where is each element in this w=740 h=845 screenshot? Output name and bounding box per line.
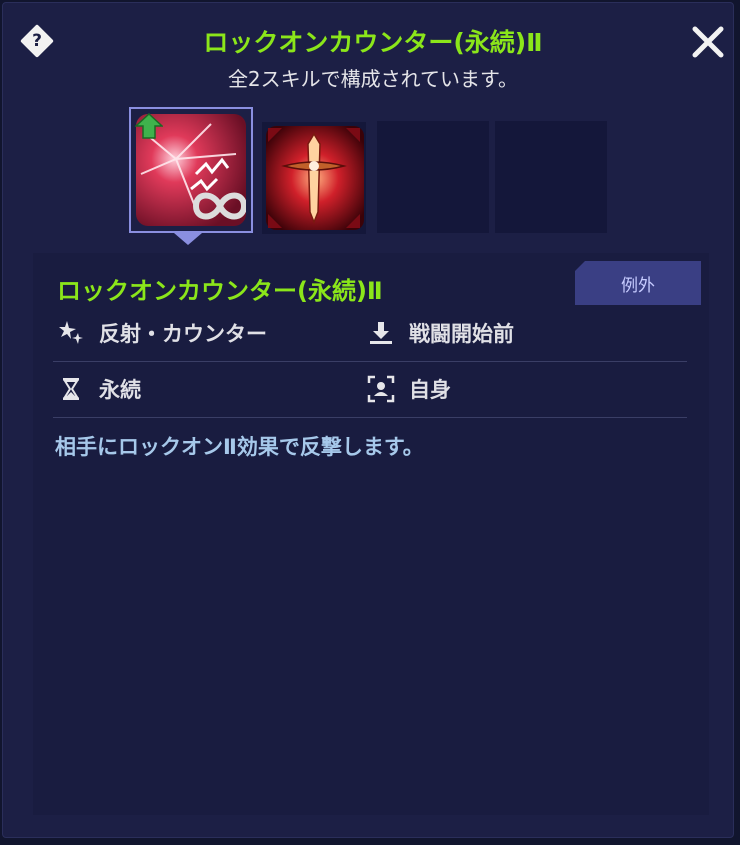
attribute-duration: 永続 bbox=[57, 361, 141, 417]
download-tray-icon bbox=[367, 319, 395, 347]
attribute-target: 自身 bbox=[367, 361, 451, 417]
self-target-icon bbox=[367, 375, 395, 403]
dialog-backdrop: ? ロックオンカウンター(永続)Ⅱ 全2スキルで構成されています。 ロックオンカ… bbox=[0, 0, 740, 845]
dialog-subtitle: 全2スキルで構成されています。 bbox=[227, 67, 519, 91]
attribute-row-2: 永続 自身 bbox=[53, 361, 687, 418]
skill-slot-3-empty bbox=[377, 121, 489, 233]
attribute-type: 反射・カウンター bbox=[57, 305, 267, 361]
crimson-sword-art bbox=[266, 126, 364, 230]
attribute-timing: 戦闘開始前 bbox=[367, 305, 514, 361]
close-button[interactable] bbox=[689, 23, 727, 61]
category-badge: 例外 bbox=[575, 261, 701, 305]
skill-slot-2[interactable] bbox=[262, 122, 366, 234]
skill-slot-list bbox=[129, 107, 609, 237]
attribute-row-1: 反射・カウンター 戦闘開始前 bbox=[53, 305, 687, 362]
skill-description: 相手にロックオンⅡ効果で反撃します。 bbox=[55, 435, 424, 459]
skill-name: ロックオンカウンター(永続)Ⅱ bbox=[57, 277, 383, 305]
skill-slot-4-empty bbox=[495, 121, 607, 233]
skill-slot-1[interactable] bbox=[129, 107, 253, 233]
skill-detail-panel: ロックオンカウンター(永続)Ⅱ 例外 反射・カウンター 戦闘開始前 永続 自身 … bbox=[33, 253, 709, 815]
hourglass-icon bbox=[57, 375, 85, 403]
green-up-arrow-icon bbox=[135, 113, 163, 139]
selection-pointer bbox=[174, 233, 202, 245]
skill-info-dialog: ? ロックオンカウンター(永続)Ⅱ 全2スキルで構成されています。 ロックオンカ… bbox=[2, 2, 734, 838]
close-icon bbox=[692, 26, 724, 58]
dialog-title: ロックオンカウンター(永続)Ⅱ bbox=[203, 28, 543, 57]
sparkle-reflect-icon bbox=[57, 319, 85, 347]
